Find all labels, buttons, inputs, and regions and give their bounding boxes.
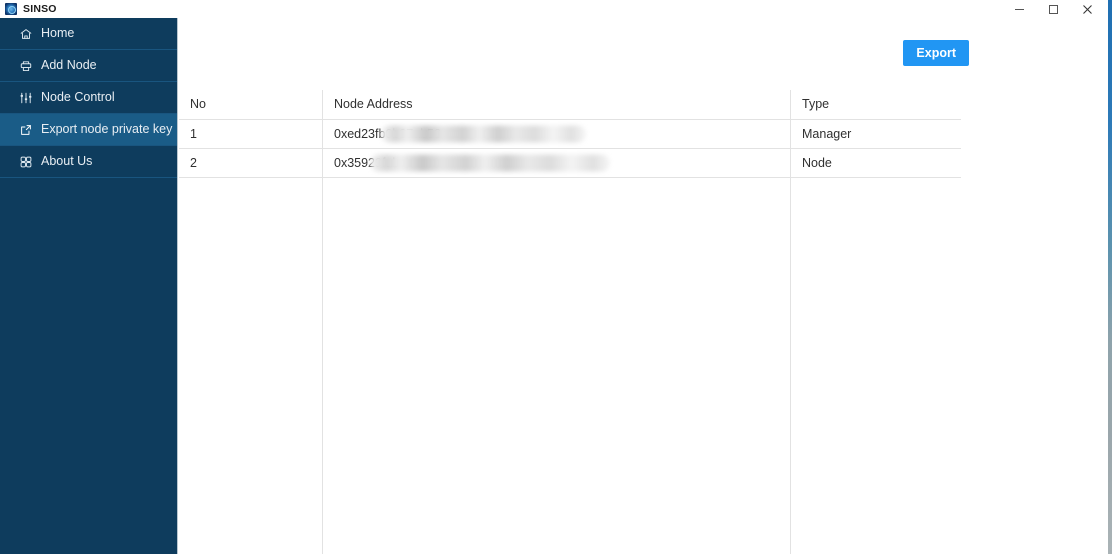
table-row[interactable]: 1 0xed23fb0b87ab58 Manager xyxy=(179,119,961,149)
cell-type: Node xyxy=(791,148,961,178)
window-controls xyxy=(1002,0,1104,18)
sidebar-item-add-node[interactable]: Add Node xyxy=(0,50,177,82)
app-title: SINSO xyxy=(23,3,57,15)
export-button[interactable]: Export xyxy=(903,40,969,66)
address-suffix: 9fab xyxy=(375,155,400,170)
sidebar-item-label: About Us xyxy=(41,154,93,169)
cell-node-address: 0x35929fab xyxy=(323,148,791,178)
address-suffix: 0b87ab58 xyxy=(385,126,442,141)
column-header-node-address: Node Address xyxy=(323,90,791,120)
column-header-no: No xyxy=(179,90,323,120)
toolbar: Export xyxy=(179,18,1112,90)
sliders-icon xyxy=(18,90,33,105)
add-node-icon xyxy=(18,58,33,73)
grid-icon xyxy=(18,154,33,169)
maximize-icon[interactable] xyxy=(1036,0,1070,18)
minimize-icon[interactable] xyxy=(1002,0,1036,18)
sidebar-item-node-control[interactable]: Node Control xyxy=(0,82,177,114)
table-header: No Node Address Type xyxy=(179,90,961,120)
window-right-border xyxy=(1108,0,1112,554)
main-content: Export No Node Address Type 1 0xed23fb0b… xyxy=(179,18,1112,554)
cell-node-address: 0xed23fb0b87ab58 xyxy=(323,119,791,149)
sidebar-item-label: Node Control xyxy=(41,90,115,105)
node-table: No Node Address Type 1 0xed23fb0b87ab58 … xyxy=(179,90,961,178)
node-address-value: 0xed23fb0b87ab58 xyxy=(334,125,586,142)
app-window: SINSO Home Add Node Node Control Export … xyxy=(0,0,1112,554)
table-row[interactable]: 2 0x35929fab Node xyxy=(179,148,961,178)
home-icon xyxy=(18,26,33,41)
external-link-icon xyxy=(18,122,33,137)
sidebar-item-label: Home xyxy=(41,26,75,41)
column-header-type: Type xyxy=(791,90,961,120)
cell-type: Manager xyxy=(791,119,961,149)
address-prefix: 0x3592 xyxy=(334,155,376,170)
close-icon[interactable] xyxy=(1070,0,1104,18)
sidebar-item-about-us[interactable]: About Us xyxy=(0,146,177,178)
title-bar: SINSO xyxy=(0,0,1112,18)
node-table-container: No Node Address Type 1 0xed23fb0b87ab58 … xyxy=(179,90,1112,554)
sidebar: Home Add Node Node Control Export node p… xyxy=(0,18,178,554)
address-redaction-blur xyxy=(370,154,610,171)
sidebar-item-export-node-private-key[interactable]: Export node private key xyxy=(0,114,177,146)
table-header-row: No Node Address Type xyxy=(179,90,961,120)
address-prefix: 0xed23fb xyxy=(334,126,386,141)
sidebar-item-label: Export node private key xyxy=(41,122,173,137)
cell-no: 1 xyxy=(179,119,323,149)
table-body: 1 0xed23fb0b87ab58 Manager 2 0x35929fab … xyxy=(179,119,961,178)
sidebar-item-home[interactable]: Home xyxy=(0,18,177,50)
cell-no: 2 xyxy=(179,148,323,178)
sinso-logo-icon xyxy=(5,3,17,15)
node-address-value: 0x35929fab xyxy=(334,154,610,171)
sidebar-item-label: Add Node xyxy=(41,58,97,73)
